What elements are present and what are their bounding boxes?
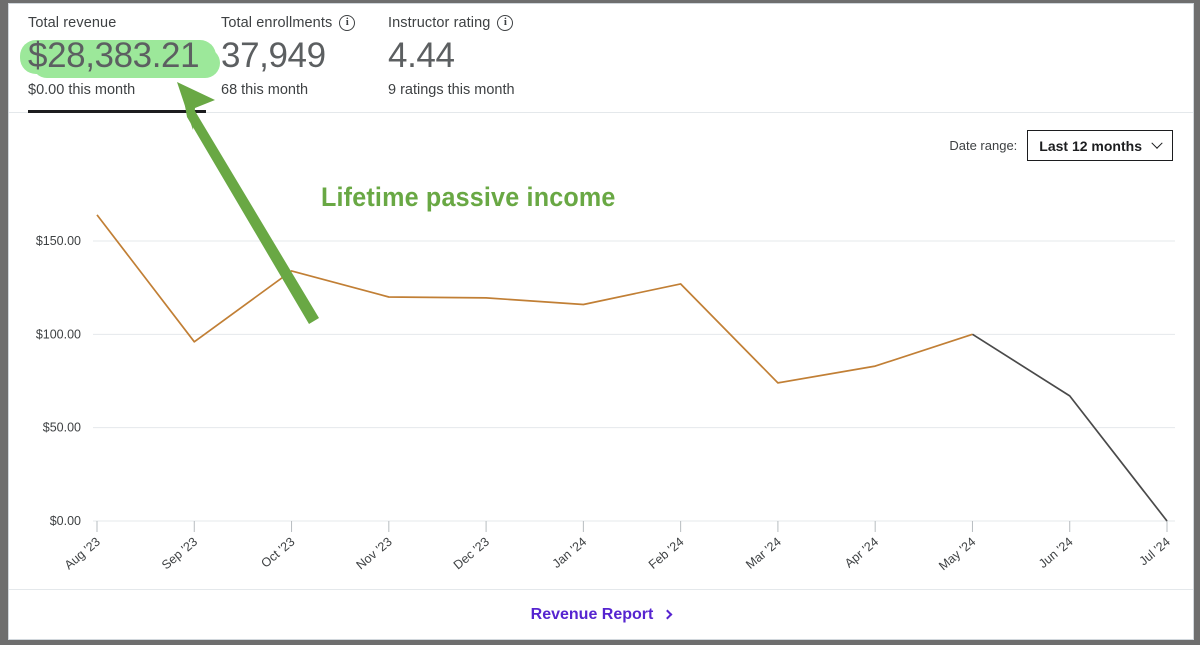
chart-gridlines	[93, 241, 1175, 521]
stat-instructor-rating-label: Instructor rating	[388, 14, 515, 32]
stat-instructor-rating-sub: 9 ratings this month	[388, 81, 515, 99]
chart-footer: Revenue Report	[9, 589, 1193, 639]
svg-text:Feb '24: Feb '24	[646, 535, 687, 572]
revenue-report-link-label: Revenue Report	[531, 606, 654, 624]
stat-total-revenue-value-text: $28,383.21	[28, 36, 199, 75]
chevron-right-icon	[663, 610, 673, 620]
info-icon[interactable]	[339, 15, 355, 31]
svg-text:May '24: May '24	[936, 535, 978, 574]
chart-series-lines	[97, 215, 1167, 521]
svg-text:Aug '23: Aug '23	[62, 535, 103, 573]
revenue-report-link[interactable]: Revenue Report	[531, 606, 672, 624]
stat-total-revenue-sub: $0.00 this month	[28, 81, 199, 99]
svg-text:Jul '24: Jul '24	[1137, 535, 1173, 569]
svg-text:Jun '24: Jun '24	[1036, 535, 1076, 571]
chart-line-actual-revenue	[97, 215, 973, 383]
chart-x-axis-ticks: Aug '23 Sep '23 Oct '23 Nov '23 Dec '23 Jan '…	[62, 521, 1173, 573]
stat-total-enrollments-value: 37,949	[221, 34, 355, 78]
active-tab-indicator	[28, 110, 206, 113]
stat-total-enrollments-label-text: Total enrollments	[221, 14, 332, 32]
annotation-label: Lifetime passive income	[321, 182, 616, 213]
revenue-dashboard-card: Total revenue $28,383.21 $0.00 this mont…	[8, 3, 1194, 640]
svg-text:Jan '24: Jan '24	[550, 535, 590, 571]
svg-text:$0.00: $0.00	[50, 514, 81, 528]
stat-total-revenue-label: Total revenue	[28, 14, 199, 32]
screenshot-background: Total revenue $28,383.21 $0.00 this mont…	[0, 0, 1200, 645]
svg-text:$150.00: $150.00	[36, 234, 81, 248]
svg-text:$100.00: $100.00	[36, 327, 81, 341]
stat-instructor-rating-value: 4.44	[388, 34, 515, 78]
stat-total-revenue-value: $28,383.21	[28, 34, 199, 78]
stat-total-enrollments-sub: 68 this month	[221, 81, 355, 99]
svg-text:$50.00: $50.00	[43, 421, 81, 435]
info-icon[interactable]	[497, 15, 513, 31]
stats-header: Total revenue $28,383.21 $0.00 this mont…	[9, 4, 1193, 113]
svg-text:Sep '23: Sep '23	[159, 535, 200, 573]
stat-instructor-rating-label-text: Instructor rating	[388, 14, 490, 32]
svg-text:Apr '24: Apr '24	[842, 535, 881, 571]
stat-instructor-rating[interactable]: Instructor rating 4.44 9 ratings this mo…	[388, 14, 515, 99]
stat-total-revenue[interactable]: Total revenue $28,383.21 $0.00 this mont…	[28, 14, 199, 99]
stat-total-enrollments-label: Total enrollments	[221, 14, 355, 32]
svg-text:Dec '23: Dec '23	[451, 535, 492, 573]
svg-text:Mar '24: Mar '24	[743, 535, 784, 572]
svg-text:Nov '23: Nov '23	[354, 535, 395, 573]
stat-total-enrollments[interactable]: Total enrollments 37,949 68 this month	[221, 14, 355, 99]
chart-y-axis-ticks: $0.00 $50.00 $100.00 $150.00	[36, 234, 81, 528]
svg-text:Oct '23: Oct '23	[258, 535, 297, 571]
stat-total-revenue-label-text: Total revenue	[28, 14, 116, 32]
